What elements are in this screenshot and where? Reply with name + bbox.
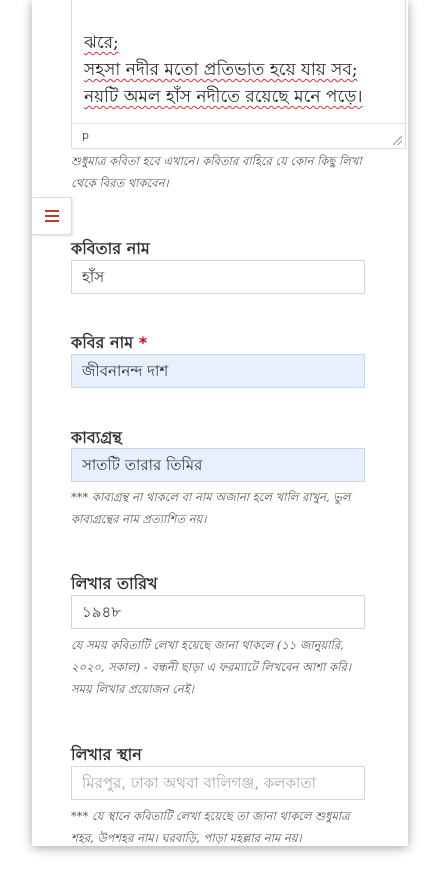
poem-line: নয়টি অমল হাঁস নদীতে রয়েছে মনে পড়ে। bbox=[84, 87, 363, 107]
date-input[interactable]: ১৯৪৮ bbox=[71, 595, 365, 629]
poem-hint: শুধুমাত্র কবিতা হবে এখানে। কবিতার বাহিরে… bbox=[71, 154, 362, 190]
resize-handle-icon[interactable] bbox=[393, 136, 402, 145]
element-path[interactable]: p bbox=[82, 129, 89, 142]
poet-input[interactable]: জীবনানন্দ দাশ bbox=[71, 354, 365, 388]
title-label: কবিতার নাম bbox=[71, 239, 150, 258]
poet-label-text: কবির নাম bbox=[71, 333, 134, 352]
editor-statusbar: p bbox=[72, 123, 405, 148]
title-input[interactable]: হাঁস bbox=[71, 260, 365, 294]
poem-line: ঝরে; bbox=[84, 33, 119, 53]
required-mark: * bbox=[138, 333, 148, 352]
form-card: ঝরে; সহসা নদীর মতো প্রতিভাত হয়ে যায় সব… bbox=[32, 0, 408, 846]
place-input[interactable]: মিরপুর, ঢাকা অথবা বালিগঞ্জ, কলকাতা bbox=[71, 766, 365, 800]
book-input[interactable]: সাতটি তারার তিমির bbox=[71, 448, 365, 482]
poem-line: সহসা নদীর মতো প্রতিভাত হয়ে যায় সব; bbox=[84, 60, 358, 80]
place-label: লিখার স্থান bbox=[71, 745, 142, 764]
poem-text[interactable]: ঝরে; সহসা নদীর মতো প্রতিভাত হয়ে যায় সব… bbox=[84, 30, 363, 111]
poem-editor[interactable]: ঝরে; সহসা নদীর মতো প্রতিভাত হয়ে যায় সব… bbox=[71, 0, 406, 149]
menu-toggle-button[interactable] bbox=[32, 197, 72, 235]
place-hint: *** যে স্থানে কবিতাটি লেখা হয়েছে তা জান… bbox=[71, 809, 350, 845]
date-hint: যে সময় কবিতাটি লেখা হয়েছে জানা থাকলে (… bbox=[71, 638, 351, 696]
poet-label: কবির নাম * bbox=[71, 330, 147, 357]
date-label: লিখার তারিখ bbox=[71, 574, 158, 593]
hamburger-menu-icon bbox=[44, 210, 59, 222]
book-hint: *** কাব্যগ্রন্থ না থাকলে বা নাম অজানা হল… bbox=[71, 490, 351, 526]
